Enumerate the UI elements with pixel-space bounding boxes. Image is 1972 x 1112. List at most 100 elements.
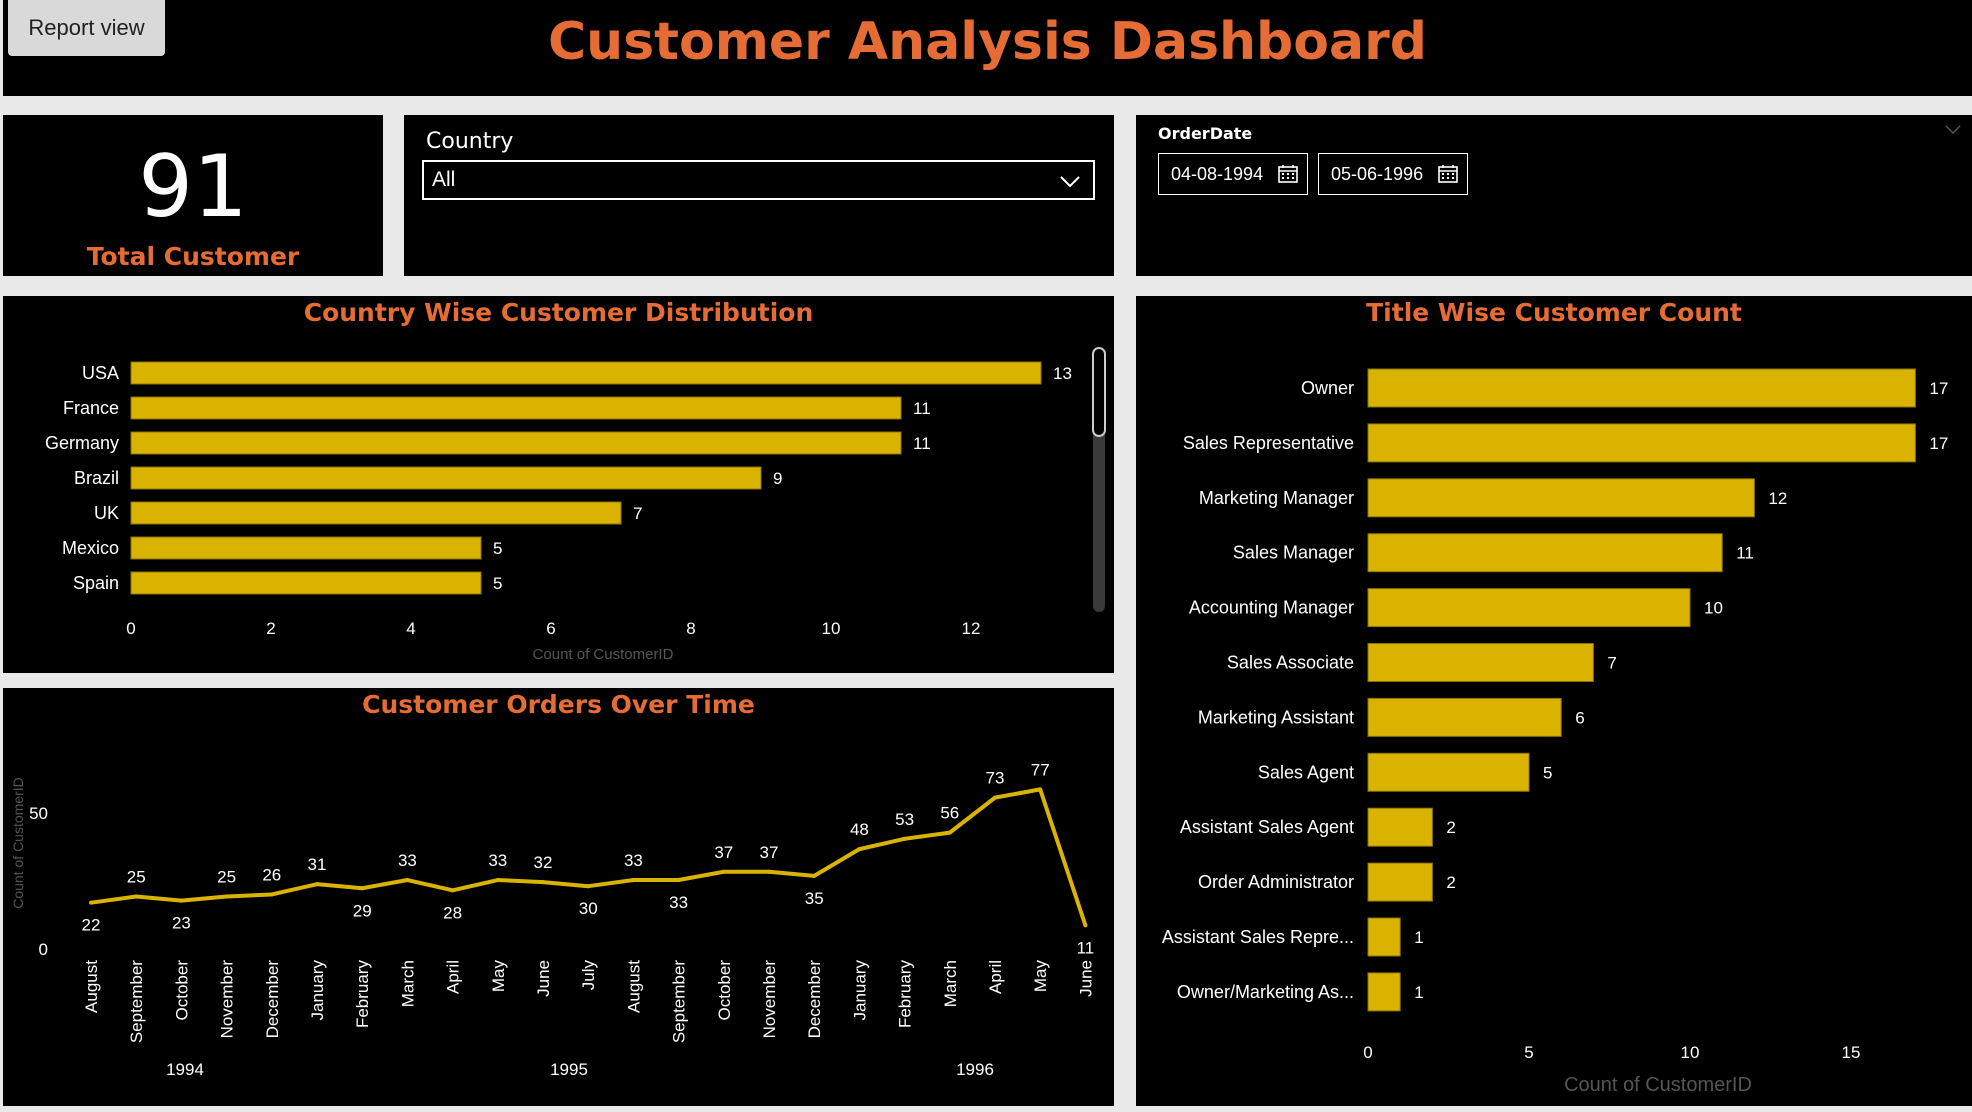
bar — [130, 571, 482, 595]
data-label: 33 — [669, 893, 688, 912]
data-label: 17 — [1929, 379, 1948, 398]
data-point — [993, 795, 997, 800]
bar — [130, 501, 622, 525]
country-bar-chart: USA 13 France 11 Germany 11 Brazil 9 UK 7 Mexico 5 S… — [45, 347, 1106, 663]
data-point — [857, 847, 862, 852]
category-label: UK — [94, 503, 119, 523]
category-label: USA — [82, 363, 119, 383]
orderdate-slicer-title: OrderDate — [1158, 124, 1253, 143]
data-point — [812, 873, 817, 878]
year-label: 1994 — [166, 1060, 204, 1079]
x-tick-label: August — [624, 960, 643, 1013]
data-label: 22 — [82, 916, 101, 935]
x-tick-label: November — [760, 960, 779, 1039]
x-tick-label: June — [534, 960, 553, 997]
bar — [130, 396, 902, 420]
country-chart-panel: Country Wise Customer Distribution USA 13… — [3, 296, 1114, 673]
scrollbar-thumb — [1092, 347, 1106, 437]
category-label: Assistant Sales Agent — [1180, 817, 1354, 837]
data-point — [1038, 787, 1043, 792]
data-point — [902, 836, 907, 841]
country-slicer-title: Country — [426, 129, 514, 154]
kpi-value: 91 — [138, 137, 248, 237]
category-label: Sales Manager — [1233, 543, 1354, 563]
chevron-down-icon — [1060, 176, 1080, 188]
bar — [1367, 752, 1530, 792]
x-tick-label: February — [353, 960, 372, 1029]
data-label: 6 — [1575, 708, 1584, 727]
data-label: 11 — [913, 434, 931, 453]
data-label: 23 — [172, 914, 191, 933]
category-label: Sales Representative — [1183, 433, 1354, 453]
data-label: 10 — [1704, 599, 1723, 618]
data-label: 12 — [1768, 489, 1787, 508]
year-label: 1996 — [956, 1060, 994, 1079]
kpi-label: Total Customer — [86, 242, 300, 271]
x-tick-label: 4 — [406, 619, 415, 638]
data-point — [360, 886, 365, 891]
data-label: 29 — [353, 901, 372, 920]
data-label: 37 — [760, 843, 779, 862]
category-label: Order Administrator — [1198, 872, 1354, 892]
category-label: Germany — [45, 433, 119, 453]
category-label: Sales Associate — [1227, 653, 1354, 673]
title-bar-chart: Owner 17Sales Representative 17Marketing M… — [1162, 368, 1948, 1096]
category-label: Marketing Manager — [1199, 488, 1354, 508]
bar — [1367, 862, 1433, 902]
calendar-icon[interactable] — [1437, 164, 1459, 184]
x-tick-label: November — [218, 960, 237, 1039]
year-label: 1995 — [550, 1060, 588, 1079]
x-tick-label: 10 — [822, 619, 841, 638]
data-label: 13 — [1053, 364, 1072, 383]
data-label: 33 — [488, 851, 507, 870]
data-point — [631, 878, 636, 883]
x-axis-title: Count of CustomerID — [1564, 1074, 1752, 1096]
report-view-tab[interactable]: Report view — [8, 0, 165, 56]
data-point — [721, 869, 726, 874]
category-label: Owner/Marketing As... — [1177, 982, 1354, 1002]
data-point — [224, 894, 229, 899]
data-label: 56 — [940, 804, 959, 823]
data-point — [450, 888, 455, 893]
end-date-input[interactable]: 05-06-1996 — [1318, 153, 1468, 195]
x-tick-label: 5 — [1524, 1043, 1533, 1062]
x-tick-label: March — [941, 960, 960, 1007]
data-label: 7 — [1607, 654, 1616, 673]
data-label: 33 — [398, 851, 417, 870]
country-slicer: Country All — [404, 115, 1114, 276]
category-label: Assistant Sales Repre... — [1162, 927, 1354, 947]
data-point — [586, 884, 591, 889]
data-point — [134, 894, 139, 899]
category-label: Sales Agent — [1258, 762, 1354, 782]
orders-chart-panel: Customer Orders Over Time 22 25 23 25 26 31 29… — [3, 688, 1114, 1106]
data-label: 31 — [308, 855, 327, 874]
bar — [130, 536, 482, 560]
bar — [1367, 643, 1594, 682]
data-label: 11 — [913, 399, 931, 418]
data-label: 2 — [1446, 873, 1455, 892]
data-point — [495, 878, 500, 883]
start-date-input[interactable]: 04-08-1994 — [1158, 153, 1308, 195]
data-label: 53 — [895, 810, 914, 829]
data-label: 5 — [493, 539, 502, 558]
data-label: 2 — [1446, 818, 1455, 837]
bar — [1367, 478, 1755, 518]
title-chart-panel: Title Wise Customer Count Owner 17 Sales R… — [1136, 296, 1972, 1106]
data-label: 1 — [1414, 983, 1423, 1002]
data-point — [179, 898, 184, 903]
x-tick-label: 2 — [266, 619, 275, 638]
category-label: France — [63, 398, 119, 418]
country-dropdown[interactable]: All — [422, 160, 1095, 200]
x-tick-label: December — [805, 960, 824, 1039]
x-tick-label: January — [308, 960, 327, 1021]
data-label: 48 — [850, 820, 869, 839]
category-label: Owner — [1301, 378, 1354, 398]
calendar-icon[interactable] — [1277, 164, 1299, 184]
data-label: 11 — [1736, 544, 1754, 563]
data-point — [315, 882, 319, 887]
bar — [130, 466, 762, 490]
chevron-down-icon[interactable] — [1944, 123, 1962, 137]
data-label: 5 — [493, 574, 502, 593]
x-tick-label: October — [715, 960, 734, 1021]
y-tick-label: 0 — [39, 940, 48, 959]
